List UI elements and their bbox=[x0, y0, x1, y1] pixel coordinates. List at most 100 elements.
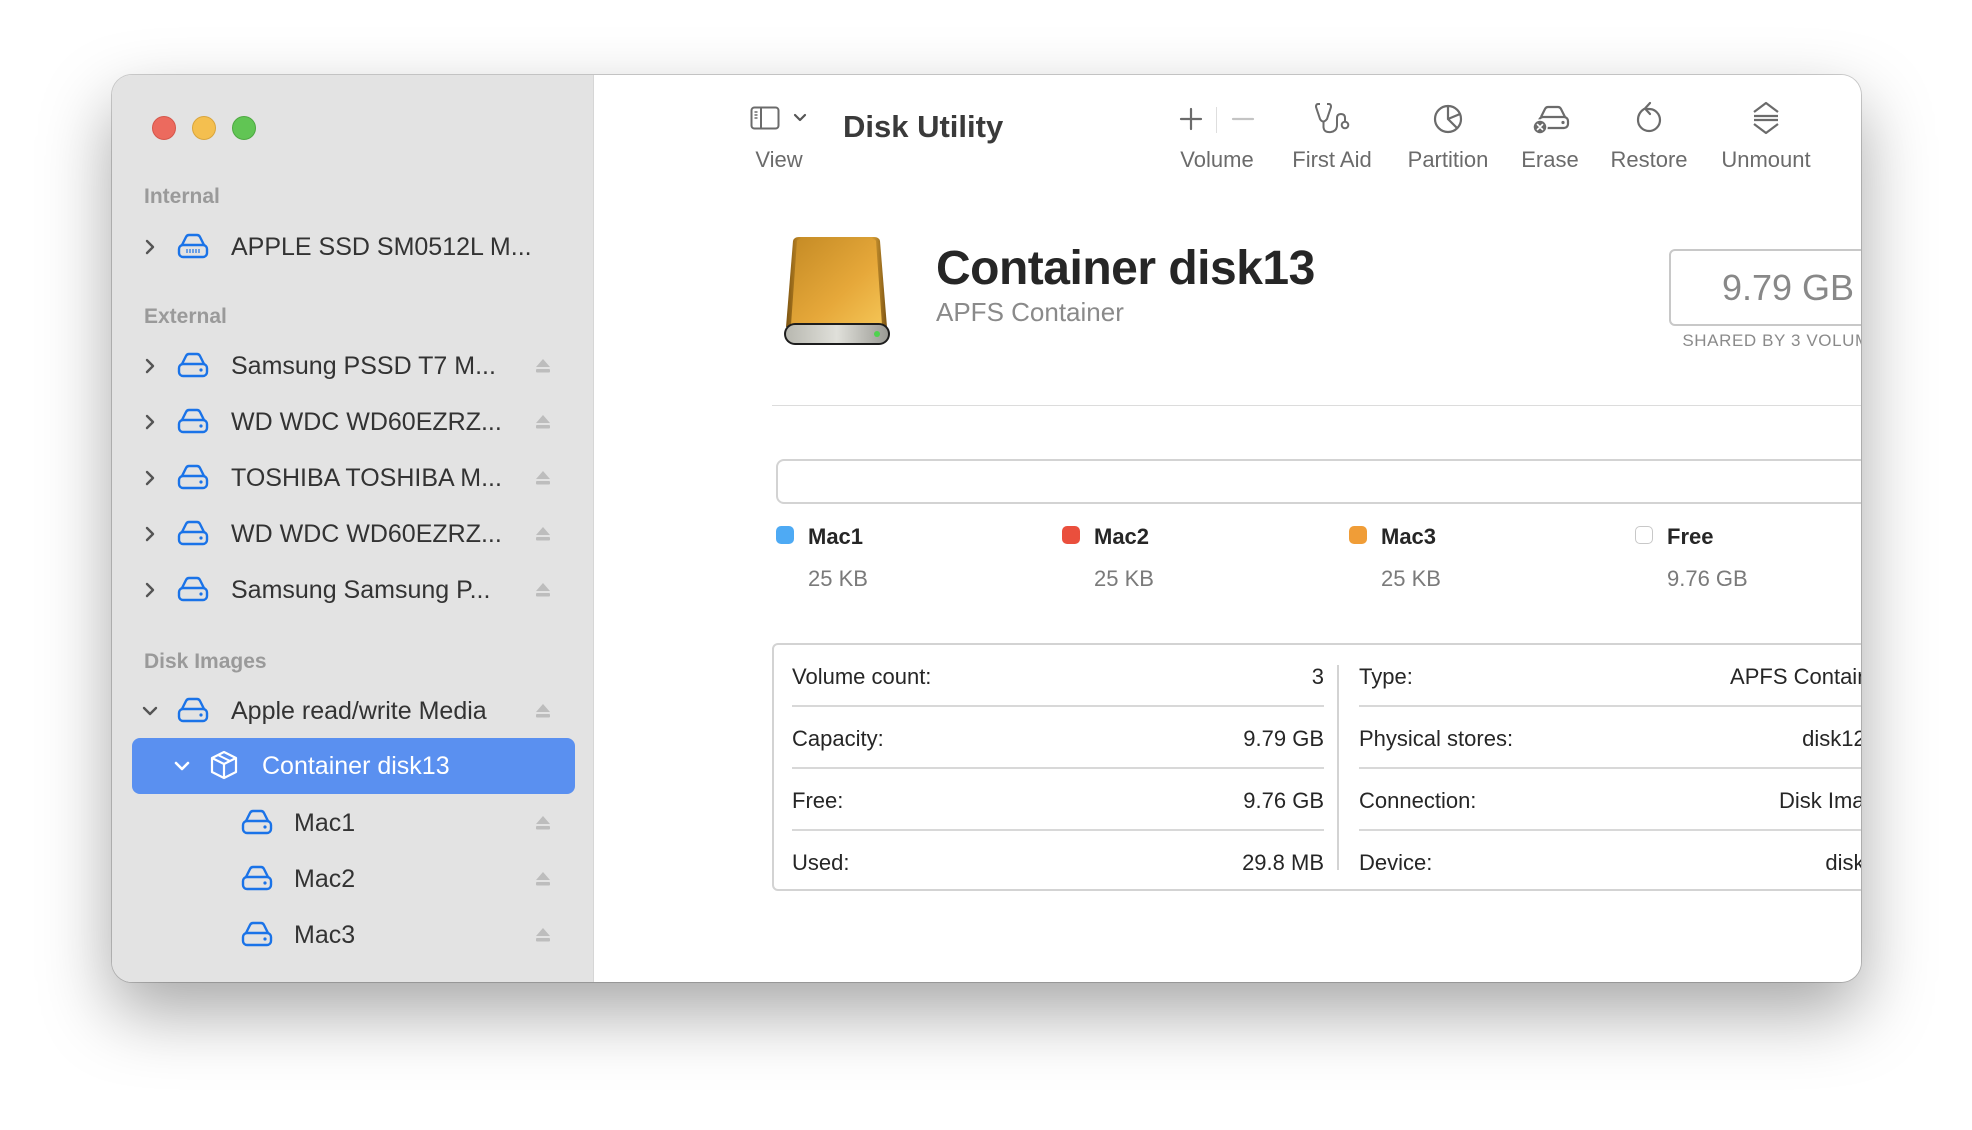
sidebar-item-mac2[interactable]: Mac2 bbox=[112, 857, 594, 901]
sidebar: Internal APPLE SSD SM0512L M... External… bbox=[112, 75, 594, 982]
sidebar-item-container-disk13[interactable]: Container disk13 bbox=[112, 738, 594, 794]
info-row-physical-stores: Physical stores: disk12s2 bbox=[1359, 707, 1861, 769]
erase-label: Erase bbox=[1521, 147, 1579, 172]
sidebar-item-label: Samsung PSSD T7 M... bbox=[231, 352, 496, 380]
info-value: APFS Container bbox=[1730, 664, 1861, 689]
info-key: Free: bbox=[792, 788, 844, 813]
section-header-internal: Internal bbox=[144, 185, 220, 208]
disk-utility-window: Internal APPLE SSD SM0512L M... External… bbox=[112, 75, 1861, 982]
pie-chart-icon[interactable] bbox=[1432, 103, 1464, 135]
sidebar-item-label: APPLE SSD SM0512L M... bbox=[231, 233, 532, 261]
sidebar-item-samsung-p[interactable]: Samsung Samsung P... bbox=[112, 568, 594, 612]
eject-icon[interactable] bbox=[533, 524, 553, 544]
info-row-free: Free: 9.76 GB bbox=[792, 769, 1324, 831]
info-row-capacity: Capacity: 9.79 GB bbox=[792, 707, 1324, 769]
legend-name: Free bbox=[1667, 524, 1714, 549]
usage-bar bbox=[776, 459, 1861, 504]
eject-icon[interactable] bbox=[533, 580, 553, 600]
restore-arrow-icon[interactable] bbox=[1634, 99, 1664, 135]
info-key: Physical stores: bbox=[1359, 726, 1514, 751]
sidebar-item-mac1[interactable]: Mac1 bbox=[112, 801, 594, 845]
sidebar-item-label: Container disk13 bbox=[262, 752, 450, 780]
eject-icon[interactable] bbox=[533, 356, 553, 376]
info-value: disk13 bbox=[1825, 850, 1861, 875]
sidebar-item-wd-1[interactable]: WD WDC WD60EZRZ... bbox=[112, 400, 594, 444]
info-value: 9.79 GB bbox=[1243, 726, 1324, 751]
eject-icon[interactable] bbox=[533, 701, 553, 721]
disk-image-drive-icon bbox=[177, 697, 209, 723]
header-divider bbox=[772, 405, 1861, 406]
eject-icon[interactable] bbox=[533, 813, 553, 833]
column-divider bbox=[1337, 665, 1339, 870]
info-key: Device: bbox=[1359, 850, 1433, 875]
chevron-right-icon[interactable] bbox=[138, 354, 162, 378]
legend-name: Mac2 bbox=[1094, 524, 1150, 549]
chevron-down-icon[interactable] bbox=[170, 754, 194, 778]
chevron-right-icon[interactable] bbox=[138, 522, 162, 546]
info-table: Volume count: 3 Capacity: 9.79 GB Free: … bbox=[772, 643, 1861, 891]
sidebar-item-samsung-pssd[interactable]: Samsung PSSD T7 M... bbox=[112, 344, 594, 388]
eject-icon[interactable] bbox=[533, 412, 553, 432]
add-volume-icon[interactable] bbox=[1178, 106, 1204, 132]
sidebar-item-wd-2[interactable]: WD WDC WD60EZRZ... bbox=[112, 512, 594, 556]
legend-value: 25 KB bbox=[808, 566, 868, 591]
volume-drive-icon bbox=[241, 809, 273, 835]
stethoscope-icon[interactable] bbox=[1314, 101, 1352, 135]
sidebar-item-label: TOSHIBA TOSHIBA M... bbox=[231, 464, 502, 492]
external-drive-icon bbox=[177, 464, 209, 490]
remove-volume-icon[interactable] bbox=[1230, 106, 1256, 132]
volume-title: Container disk13 bbox=[936, 242, 1315, 295]
volume-label[interactable]: Volume bbox=[1180, 147, 1253, 173]
info-column-left: Volume count: 3 Capacity: 9.79 GB Free: … bbox=[792, 645, 1324, 889]
erase-drive-icon[interactable] bbox=[1532, 105, 1570, 135]
external-drive-icon bbox=[177, 576, 209, 602]
chevron-right-icon[interactable] bbox=[138, 235, 162, 259]
capacity-caption: SHARED BY 3 VOLUMES bbox=[1682, 331, 1861, 350]
sidebar-item-label: WD WDC WD60EZRZ... bbox=[231, 520, 502, 548]
sidebar-item-apple-rw-media[interactable]: Apple read/write Media bbox=[112, 689, 594, 733]
internal-drive-icon bbox=[177, 233, 209, 259]
section-header-external: External bbox=[144, 305, 227, 328]
info-key: Type: bbox=[1359, 664, 1413, 689]
info-value: 9.76 GB bbox=[1243, 788, 1324, 813]
chevron-right-icon[interactable] bbox=[138, 578, 162, 602]
sidebar-item-mac3[interactable]: Mac3 bbox=[112, 913, 594, 957]
info-value: Disk Image bbox=[1778, 788, 1861, 813]
sidebar-item-label: Mac3 bbox=[294, 921, 356, 949]
info-column-right: Type: APFS Container Physical stores: di… bbox=[1359, 645, 1861, 889]
unmount-icon[interactable] bbox=[1750, 101, 1782, 135]
chevron-down-icon[interactable] bbox=[138, 699, 162, 723]
section-header-disk-images: Disk Images bbox=[144, 650, 267, 673]
sidebar-item-label: Apple read/write Media bbox=[231, 697, 487, 725]
eject-icon[interactable] bbox=[533, 869, 553, 889]
view-label: View bbox=[755, 147, 803, 172]
info-key: Volume count: bbox=[792, 664, 932, 689]
volume-separator bbox=[1216, 107, 1217, 133]
sidebar-item-label: Samsung Samsung P... bbox=[231, 576, 491, 604]
close-button[interactable] bbox=[152, 116, 176, 140]
eject-icon[interactable] bbox=[533, 925, 553, 945]
info-row-volume-count: Volume count: 3 bbox=[792, 645, 1324, 707]
info-value: 29.8 MB bbox=[1242, 850, 1324, 875]
sidebar-toggle-icon[interactable] bbox=[750, 106, 780, 130]
external-drive-icon bbox=[177, 520, 209, 546]
chevron-down-icon[interactable] bbox=[792, 111, 808, 125]
app-title: Disk Utility bbox=[843, 109, 1004, 144]
zoom-button[interactable] bbox=[232, 116, 256, 140]
sidebar-item-apple-ssd[interactable]: APPLE SSD SM0512L M... bbox=[112, 225, 594, 269]
info-value: 3 bbox=[1311, 664, 1324, 689]
chevron-right-icon[interactable] bbox=[138, 466, 162, 490]
chevron-right-icon[interactable] bbox=[138, 410, 162, 434]
legend-swatch bbox=[776, 526, 794, 544]
legend-value: 9.76 GB bbox=[1667, 566, 1748, 591]
legend-value: 25 KB bbox=[1381, 566, 1441, 591]
sidebar-item-toshiba[interactable]: TOSHIBA TOSHIBA M... bbox=[112, 456, 594, 500]
legend-swatch bbox=[1349, 526, 1367, 544]
capacity-badge: 9.79 GB bbox=[1669, 249, 1861, 326]
info-row-type: Type: APFS Container bbox=[1359, 645, 1861, 707]
eject-icon[interactable] bbox=[533, 468, 553, 488]
info-row-used: Used: 29.8 MB bbox=[792, 831, 1324, 893]
minimize-button[interactable] bbox=[192, 116, 216, 140]
sidebar-item-label: Mac2 bbox=[294, 865, 356, 893]
external-drive-icon bbox=[177, 408, 209, 434]
